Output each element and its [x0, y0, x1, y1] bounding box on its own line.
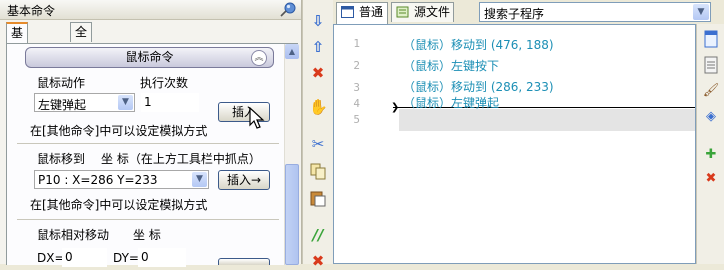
- panel-title: 基本命令: [7, 4, 56, 18]
- tab-basic-commands[interactable]: 基本命令: [6, 22, 29, 97]
- tab-normal-label: 普通: [359, 5, 384, 19]
- subroutine-search-value: 搜索子程序: [484, 7, 545, 21]
- relative-move-label: 鼠标相对移动: [37, 228, 110, 242]
- arrow-down-icon[interactable]: ⇩: [309, 12, 327, 30]
- code-line[interactable]: （鼠标）左键按下: [403, 57, 499, 74]
- section-title: 鼠标命令: [125, 50, 174, 64]
- line-number: 2: [353, 59, 360, 72]
- paste-icon[interactable]: [309, 189, 327, 207]
- relative-coordinate-label: 坐 标: [133, 228, 161, 242]
- tab-source-file-label: 源文件: [414, 5, 451, 19]
- dy-label: DY=: [113, 251, 139, 265]
- tab-source-file[interactable]: 源文件: [391, 2, 454, 22]
- mouse-cursor-icon: [249, 107, 265, 129]
- coordinate-label: 坐 标（在上方工具栏中抓点）: [101, 152, 261, 166]
- side-toolbar: 🖌 ◈ ✚ ✖: [696, 24, 724, 264]
- hand-icon[interactable]: ✋: [309, 98, 328, 116]
- remove-tool-icon[interactable]: ✖: [702, 170, 720, 188]
- edit-toolbar: ⇩ ⇧ ✖ ✋ ✂ // ✖: [302, 0, 334, 270]
- arrow-up-icon[interactable]: ⇧: [309, 38, 327, 56]
- divider: [17, 219, 279, 220]
- source-file-icon: [396, 6, 409, 18]
- tab-normal[interactable]: 普通: [336, 2, 388, 24]
- scroll-up-icon[interactable]: ▲: [285, 44, 299, 59]
- cut-icon[interactable]: ✂: [309, 135, 327, 153]
- command-list: 鼠标命令 ︽ 鼠标动作 执行次数 左键弹起 ▼ 1 插入 在[其他命令]中可以设…: [6, 43, 300, 267]
- mouse-move-hint: 在[其他命令]中可以设定模拟方式: [30, 198, 208, 212]
- repeat-count-label: 执行次数: [140, 76, 189, 90]
- code-line[interactable]: （鼠标）移动到 (476, 188): [403, 36, 554, 53]
- panel-scrollbar[interactable]: ▲: [284, 44, 300, 265]
- divider: [17, 143, 279, 144]
- insert-mouse-move-button[interactable]: 插入→: [218, 170, 270, 190]
- dx-label: DX=: [37, 251, 65, 265]
- line-number: 4: [353, 97, 360, 110]
- current-line-highlight: [399, 109, 695, 131]
- dy-input[interactable]: 0: [138, 248, 186, 267]
- dx-value: 0: [65, 250, 73, 264]
- point-value: P10 : X=286 Y=233: [38, 173, 158, 187]
- uncomment-icon[interactable]: ✖: [309, 252, 327, 270]
- line-number: 3: [353, 81, 360, 94]
- point-select[interactable]: P10 : X=286 Y=233 ▼: [34, 170, 209, 189]
- window-icon: [341, 6, 354, 18]
- brush-icon[interactable]: 🖌: [702, 82, 720, 100]
- add-tool-icon[interactable]: ✚: [702, 146, 720, 164]
- code-line[interactable]: （鼠标）移动到 (286, 233): [403, 78, 554, 95]
- mouse-action-select[interactable]: 左键弹起 ▼: [34, 93, 135, 112]
- document-icon[interactable]: [702, 30, 720, 48]
- repeat-count-input[interactable]: 1: [141, 93, 199, 112]
- mouse-command-header[interactable]: 鼠标命令 ︽: [25, 47, 274, 68]
- comment-icon[interactable]: //: [309, 226, 327, 244]
- pin-icon[interactable]: [279, 1, 297, 17]
- dx-input[interactable]: 0: [62, 248, 107, 267]
- mouse-move-label: 鼠标移到: [37, 152, 86, 166]
- code-line[interactable]: （鼠标）左键弹起: [403, 94, 499, 111]
- mouse-action-value: 左键弹起: [38, 98, 87, 112]
- subroutine-search-select[interactable]: 搜索子程序 ▼: [479, 2, 711, 22]
- chevron-down-icon[interactable]: ▼: [118, 95, 133, 110]
- copy-icon[interactable]: [309, 162, 327, 180]
- dy-value: 0: [141, 250, 149, 264]
- script-editor[interactable]: ❯ 1 2 3 4 5 （鼠标）移动到 (476, 188) （鼠标）左键按下 …: [333, 24, 696, 264]
- tab-all-commands[interactable]: 全部命令: [70, 22, 93, 96]
- scrollbar-thumb[interactable]: [285, 164, 299, 265]
- layers-icon[interactable]: ◈: [702, 108, 720, 126]
- command-panel: 基本命令 基本命令 全部命令 鼠标命令 ︽ 鼠标动作 执行次数 左键弹起 ▼ 1…: [0, 0, 302, 267]
- chevron-down-icon[interactable]: ▼: [693, 4, 709, 20]
- line-number: 5: [353, 113, 360, 126]
- collapse-icon[interactable]: ︽: [251, 50, 267, 66]
- panel-title-bar: 基本命令: [0, 0, 301, 20]
- mouse-action-label: 鼠标动作: [37, 76, 86, 90]
- caret-icon: ❯: [391, 102, 400, 113]
- mouse-action-hint: 在[其他命令]中可以设定模拟方式: [30, 124, 208, 138]
- delete-icon[interactable]: ✖: [309, 64, 327, 82]
- repeat-count-value: 1: [144, 95, 152, 109]
- notepad-icon[interactable]: [702, 56, 720, 74]
- chevron-down-icon[interactable]: ▼: [192, 172, 207, 187]
- line-number: 1: [353, 37, 360, 50]
